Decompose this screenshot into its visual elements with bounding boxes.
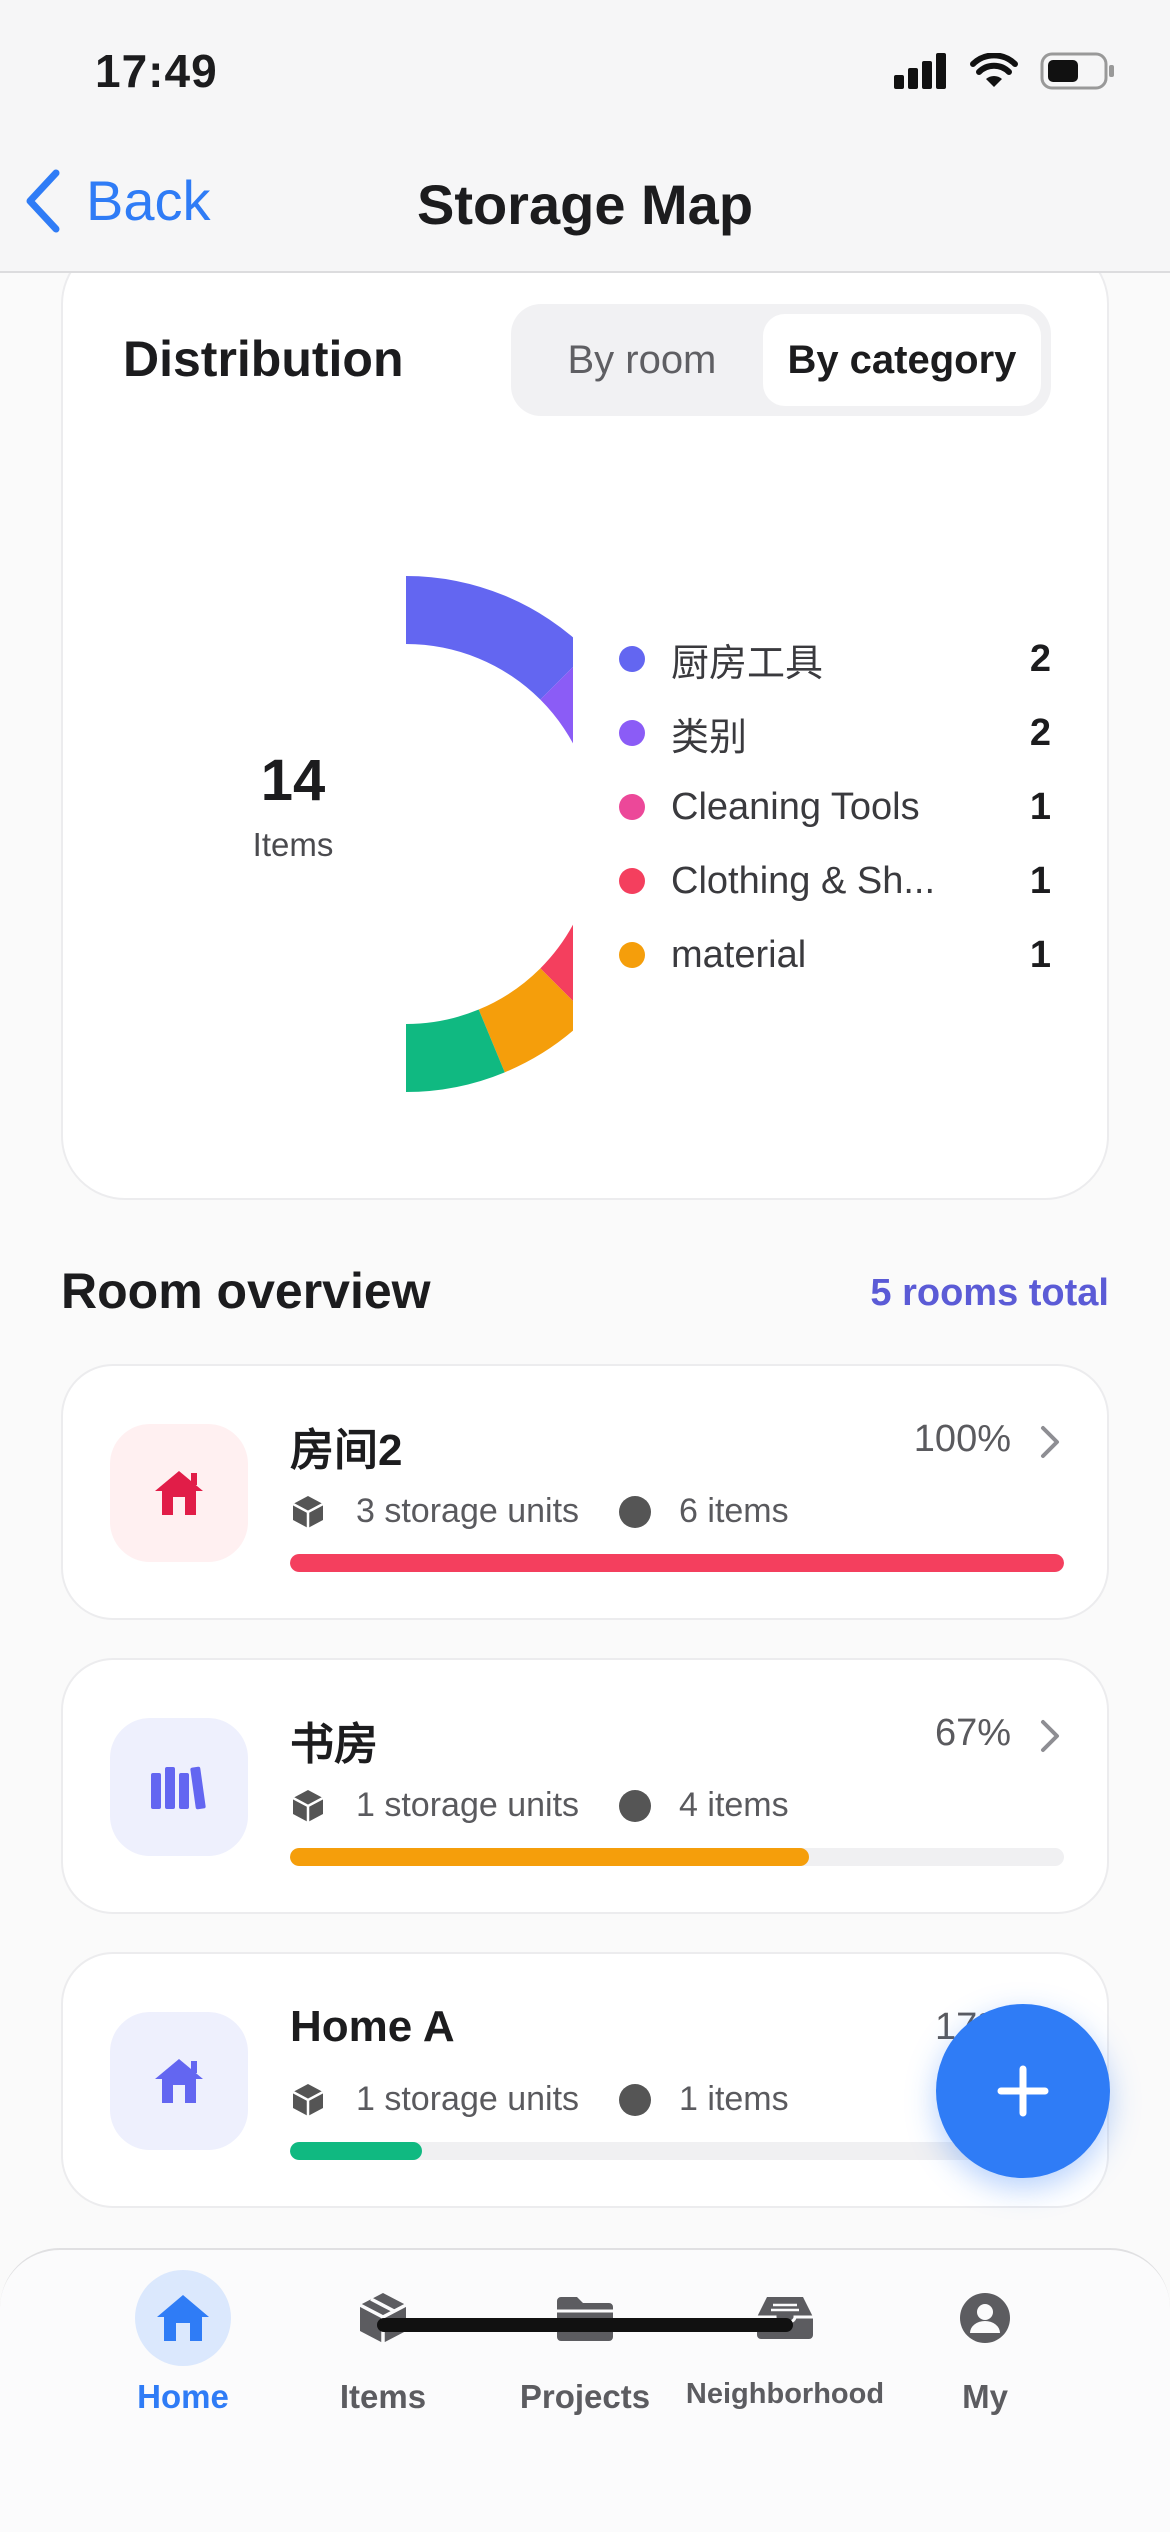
room-meta: 3 storage units 6 items	[290, 1492, 789, 1531]
donut-total: 14	[260, 748, 326, 813]
legend-swatch	[619, 720, 645, 746]
room-storage-count: 3 storage units	[356, 1492, 580, 1530]
room-icon-box	[110, 2012, 248, 2150]
room-overview-title: Room overview	[61, 1263, 431, 1319]
items-dot-icon	[619, 1495, 652, 1528]
legend-swatch	[619, 794, 645, 820]
items-dot-icon	[619, 2083, 652, 2116]
tab-projects[interactable]: Projects	[475, 2270, 695, 2440]
user-icon	[960, 2293, 1010, 2343]
tab-label: Items	[339, 2378, 427, 2415]
battery-icon	[1040, 52, 1114, 90]
legend-label: Clothing & Sh...	[671, 859, 936, 902]
distribution-toggle: By room By category	[511, 304, 1051, 416]
tab-label: Projects	[519, 2378, 651, 2415]
legend-item: Cleaning Tools 1	[619, 770, 1051, 844]
room-icon-box	[110, 1424, 248, 1562]
home-indicator	[377, 2318, 793, 2332]
signal-icon	[894, 53, 946, 89]
room-icon-box	[110, 1718, 248, 1856]
legend-label: 类别	[671, 716, 748, 759]
room-progress-fill	[290, 1848, 809, 1866]
legend-swatch	[619, 868, 645, 894]
status-time: 17:49	[95, 45, 218, 97]
legend-count: 1	[1029, 933, 1051, 976]
legend-item: 厨房工具 2	[619, 622, 1051, 696]
legend-label: Cleaning Tools	[671, 785, 920, 828]
wifi-icon	[970, 53, 1018, 87]
tab-label: Home	[137, 2378, 229, 2415]
legend-count: 2	[1029, 637, 1051, 680]
tab-my[interactable]: My	[875, 2270, 1095, 2440]
chevron-right-icon	[1041, 1426, 1059, 1458]
room-progress-fill	[290, 1554, 1064, 1572]
distribution-card: Distribution By room By category 14 Item…	[61, 240, 1109, 1200]
room-storage-count: 1 storage units	[356, 1786, 580, 1824]
room-storage-count: 1 storage units	[356, 2080, 580, 2118]
room-percent: 100%	[913, 1418, 1011, 1460]
legend-label: 厨房工具	[671, 642, 824, 685]
items-dot-icon	[619, 1789, 652, 1822]
room-meta: 1 storage units 1 items	[290, 2080, 789, 2119]
room-name: 书房	[290, 1720, 378, 1769]
legend-count: 1	[1029, 859, 1051, 902]
tab-items[interactable]: Items	[273, 2270, 493, 2440]
legend-item: material 1	[619, 918, 1051, 992]
legend-count: 2	[1029, 711, 1051, 754]
room-card[interactable]: 房间2 100% 3 storage units 6 items	[61, 1364, 1109, 1620]
status-bar: 17:49	[0, 0, 1170, 150]
cube-icon	[292, 1789, 324, 1822]
room-progress-bar	[290, 1848, 1064, 1866]
cube-icon	[292, 1495, 324, 1528]
chart-legend: 厨房工具 2 类别 2 Cleaning Tools 1 Clothing & …	[619, 622, 1051, 992]
screen: Distribution By room By category 14 Item…	[0, 0, 1170, 2532]
room-item-count: 6 items	[679, 1492, 789, 1530]
toggle-by-category[interactable]: By category	[762, 314, 1041, 406]
home-icon	[157, 2295, 209, 2341]
chevron-right-icon	[1041, 1720, 1059, 1752]
room-progress-bar	[290, 2142, 1064, 2160]
legend-label: material	[671, 933, 807, 976]
room-name: 房间2	[290, 1426, 403, 1475]
add-button[interactable]	[936, 2004, 1110, 2178]
room-progress-bar	[290, 1554, 1064, 1572]
legend-item: 类别 2	[619, 696, 1051, 770]
home-icon	[155, 1471, 203, 1515]
room-progress-fill	[290, 2142, 422, 2160]
tab-bar: Home Items Projects Neighborhood My	[0, 2248, 1170, 2532]
page-title: Storage Map	[416, 173, 754, 236]
rooms-total-link[interactable]: 5 rooms total	[870, 1272, 1109, 1315]
navigation-bar: 17:49 Back Storage Map	[0, 0, 1170, 273]
cube-icon	[292, 2083, 324, 2116]
donut-total-unit: Items	[252, 826, 334, 863]
room-item-count: 1 items	[679, 2080, 789, 2118]
donut-segment	[406, 576, 573, 700]
legend-swatch	[619, 646, 645, 672]
home-icon	[155, 2059, 203, 2103]
toggle-by-room[interactable]: By room	[521, 314, 763, 406]
legend-count: 1	[1029, 785, 1051, 828]
room-item-count: 4 items	[679, 1786, 789, 1824]
plus-icon	[997, 2065, 1049, 2117]
room-card[interactable]: 书房 67% 1 storage units 4 items	[61, 1658, 1109, 1914]
room-percent: 67%	[934, 1712, 1011, 1754]
legend-item: Clothing & Sh... 1	[619, 844, 1051, 918]
legend-swatch	[619, 942, 645, 968]
books-icon	[151, 1766, 206, 1810]
distribution-title: Distribution	[123, 331, 404, 387]
status-icons	[894, 52, 1116, 90]
tab-home[interactable]: Home	[73, 2270, 293, 2440]
tab-label: Neighborhood	[685, 2378, 885, 2410]
tab-neighborhood[interactable]: Neighborhood	[675, 2270, 895, 2440]
room-name: Home A	[290, 2002, 455, 2051]
room-meta: 1 storage units 4 items	[290, 1786, 789, 1825]
tab-label: My	[962, 2378, 1008, 2415]
